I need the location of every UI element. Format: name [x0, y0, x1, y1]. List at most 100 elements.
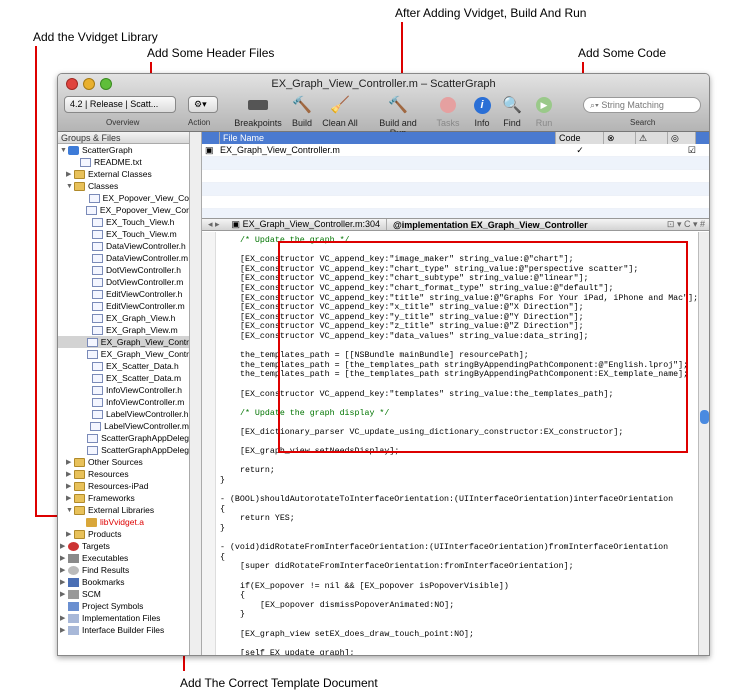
code-line: - (BOOL)shouldAutorotateToInterfaceOrien…: [220, 495, 674, 505]
sidebar-item-label: EX_Touch_View.h: [106, 217, 175, 227]
table-row[interactable]: ▣ EX_Graph_View_Controller.m ✓ ☑: [202, 144, 709, 157]
sidebar-item[interactable]: EX_Popover_View_Cor: [58, 204, 189, 216]
sidebar-item[interactable]: EditViewController.m: [58, 300, 189, 312]
sidebar-item[interactable]: ▶ SCM: [58, 588, 189, 600]
clean-all-button[interactable]: 🧹 Clean All: [316, 94, 364, 128]
disclosure-triangle-icon[interactable]: ▶: [60, 542, 68, 550]
sidebar-item[interactable]: DataViewController.h: [58, 240, 189, 252]
folder-icon: [74, 181, 85, 191]
checkbox[interactable]: ☑: [604, 145, 696, 156]
sidebar-item[interactable]: DotViewController.m: [58, 276, 189, 288]
sidebar-item[interactable]: ▶ Products: [58, 528, 189, 540]
sidebar-item[interactable]: EX_Graph_View_Contr: [58, 336, 189, 348]
editor-actions-icon[interactable]: ⊡ ▾ C ▾ #: [667, 219, 709, 230]
code-line: }: [220, 524, 225, 533]
table-row-empty: [202, 170, 709, 183]
annotation-add-headers: Add Some Header Files: [147, 46, 275, 60]
sidebar-scrollbar[interactable]: [190, 132, 202, 655]
disclosure-triangle-icon[interactable]: ▶: [60, 614, 68, 622]
code-line: [EX_graph_view setEX_does_draw_touch_poi…: [240, 629, 475, 639]
sidebar-item[interactable]: ▶ Resources-iPad: [58, 480, 189, 492]
editor-navigation-bar: ◂ ▸ ▣ EX_Graph_View_Controller.m:304 @im…: [202, 218, 709, 231]
code-line: - (void)didRotateFromInterfaceOrientatio…: [220, 543, 669, 553]
sidebar-item-label: EX_Scatter_Data.m: [106, 373, 182, 383]
sidebar-item[interactable]: EditViewController.h: [58, 288, 189, 300]
warnings-column[interactable]: ⚠: [636, 132, 668, 144]
sidebar-item[interactable]: ScatterGraphAppDeleg: [58, 444, 189, 456]
disclosure-triangle-icon[interactable]: ▶: [60, 578, 68, 586]
sidebar-item[interactable]: ▶ Frameworks: [58, 492, 189, 504]
sidebar-item[interactable]: EX_Touch_View.m: [58, 228, 189, 240]
smart-group-icon: [68, 625, 79, 635]
search-field[interactable]: ⌕▾ String Matching: [583, 97, 701, 113]
sidebar-item-label: DotViewController.m: [106, 277, 184, 287]
nav-back-forward-icon[interactable]: ◂ ▸: [202, 219, 226, 230]
code-column[interactable]: Code: [556, 132, 604, 144]
editor-scrollbar[interactable]: [698, 232, 709, 655]
scroll-thumb[interactable]: [700, 410, 709, 424]
sidebar-item-label: EX_Graph_View.m: [106, 325, 178, 335]
window-title: EX_Graph_View_Controller.m – ScatterGrap…: [271, 78, 496, 90]
disclosure-triangle-icon[interactable]: ▶: [66, 470, 74, 478]
sidebar-item[interactable]: ▶ Targets: [58, 540, 189, 552]
disclosure-triangle-icon[interactable]: ▶: [60, 626, 68, 634]
sidebar-item-label: README.txt: [94, 157, 142, 167]
disclosure-triangle-icon[interactable]: ▶: [66, 530, 74, 538]
disclosure-triangle-icon[interactable]: ▼: [66, 507, 74, 514]
sidebar-item-label: Targets: [82, 541, 110, 551]
symbol-popup[interactable]: @implementation EX_Graph_View_Controller: [387, 220, 594, 230]
sidebar-item-label: Find Results: [82, 565, 130, 575]
disclosure-triangle-icon[interactable]: ▶: [60, 590, 68, 598]
sidebar-item[interactable]: ▼ ScatterGraph: [58, 144, 189, 156]
sidebar-item[interactable]: ▶ Executables: [58, 552, 189, 564]
disclosure-triangle-icon[interactable]: ▶: [66, 482, 74, 490]
icon-column[interactable]: [202, 132, 220, 144]
sidebar-item[interactable]: EX_Scatter_Data.m: [58, 372, 189, 384]
sidebar-item[interactable]: EX_Graph_View.h: [58, 312, 189, 324]
disclosure-triangle-icon[interactable]: ▼: [66, 183, 74, 190]
sidebar-item[interactable]: ▶ Find Results: [58, 564, 189, 576]
sidebar-item[interactable]: ▶ Interface Builder Files: [58, 624, 189, 636]
sidebar-item[interactable]: LabelViewController.h: [58, 408, 189, 420]
sidebar-item[interactable]: ▶ External Classes: [58, 168, 189, 180]
sidebar-item-label: EX_Scatter_Data.h: [106, 361, 179, 371]
sidebar-item[interactable]: DotViewController.h: [58, 264, 189, 276]
sidebar-item[interactable]: README.txt: [58, 156, 189, 168]
sidebar-item-label: Frameworks: [88, 493, 135, 503]
disclosure-triangle-icon[interactable]: ▶: [66, 494, 74, 502]
disclosure-triangle-icon[interactable]: ▶: [66, 170, 74, 178]
sidebar-item[interactable]: ▼ Classes: [58, 180, 189, 192]
sidebar-item[interactable]: InfoViewController.m: [58, 396, 189, 408]
disclosure-triangle-icon[interactable]: ▶: [60, 566, 68, 574]
disclosure-triangle-icon[interactable]: ▶: [60, 554, 68, 562]
file-name-column[interactable]: File Name: [220, 132, 556, 144]
sidebar-item[interactable]: EX_Scatter_Data.h: [58, 360, 189, 372]
sidebar-item[interactable]: Project Symbols: [58, 600, 189, 612]
sidebar-item[interactable]: libVvidget.a: [58, 516, 189, 528]
sidebar-item[interactable]: ▼ External Libraries: [58, 504, 189, 516]
sidebar-item[interactable]: InfoViewController.h: [58, 384, 189, 396]
sidebar-item-label: EditViewController.h: [106, 289, 183, 299]
run-button[interactable]: ▶ Run: [520, 94, 568, 128]
sdk-popup[interactable]: 4.2 | Release | Scatt...: [64, 96, 176, 113]
sidebar-item[interactable]: ▶ Resources: [58, 468, 189, 480]
sidebar-item[interactable]: LabelViewController.m: [58, 420, 189, 432]
errors-column[interactable]: ⊗: [604, 132, 636, 144]
sidebar-item[interactable]: ▶ Implementation Files: [58, 612, 189, 624]
target-column[interactable]: ◎: [668, 132, 696, 144]
breakpoints-button[interactable]: Breakpoints: [234, 94, 282, 128]
sidebar-item[interactable]: EX_Popover_View_Co: [58, 192, 189, 204]
sidebar-item[interactable]: ScatterGraphAppDeleg: [58, 432, 189, 444]
sidebar-item[interactable]: EX_Graph_View_Contr: [58, 348, 189, 360]
sidebar-item[interactable]: EX_Graph_View.m: [58, 324, 189, 336]
file-popup[interactable]: ▣ EX_Graph_View_Controller.m:304: [226, 219, 387, 230]
sidebar-item[interactable]: EX_Touch_View.h: [58, 216, 189, 228]
sidebar-item[interactable]: ▶ Bookmarks: [58, 576, 189, 588]
action-popup[interactable]: ⚙▾: [188, 96, 218, 113]
file-icon: [92, 241, 103, 251]
sidebar-item[interactable]: DataViewController.m: [58, 252, 189, 264]
sidebar-item[interactable]: ▶ Other Sources: [58, 456, 189, 468]
disclosure-triangle-icon[interactable]: ▼: [60, 147, 68, 154]
sidebar-item-label: DotViewController.h: [106, 265, 181, 275]
disclosure-triangle-icon[interactable]: ▶: [66, 458, 74, 466]
